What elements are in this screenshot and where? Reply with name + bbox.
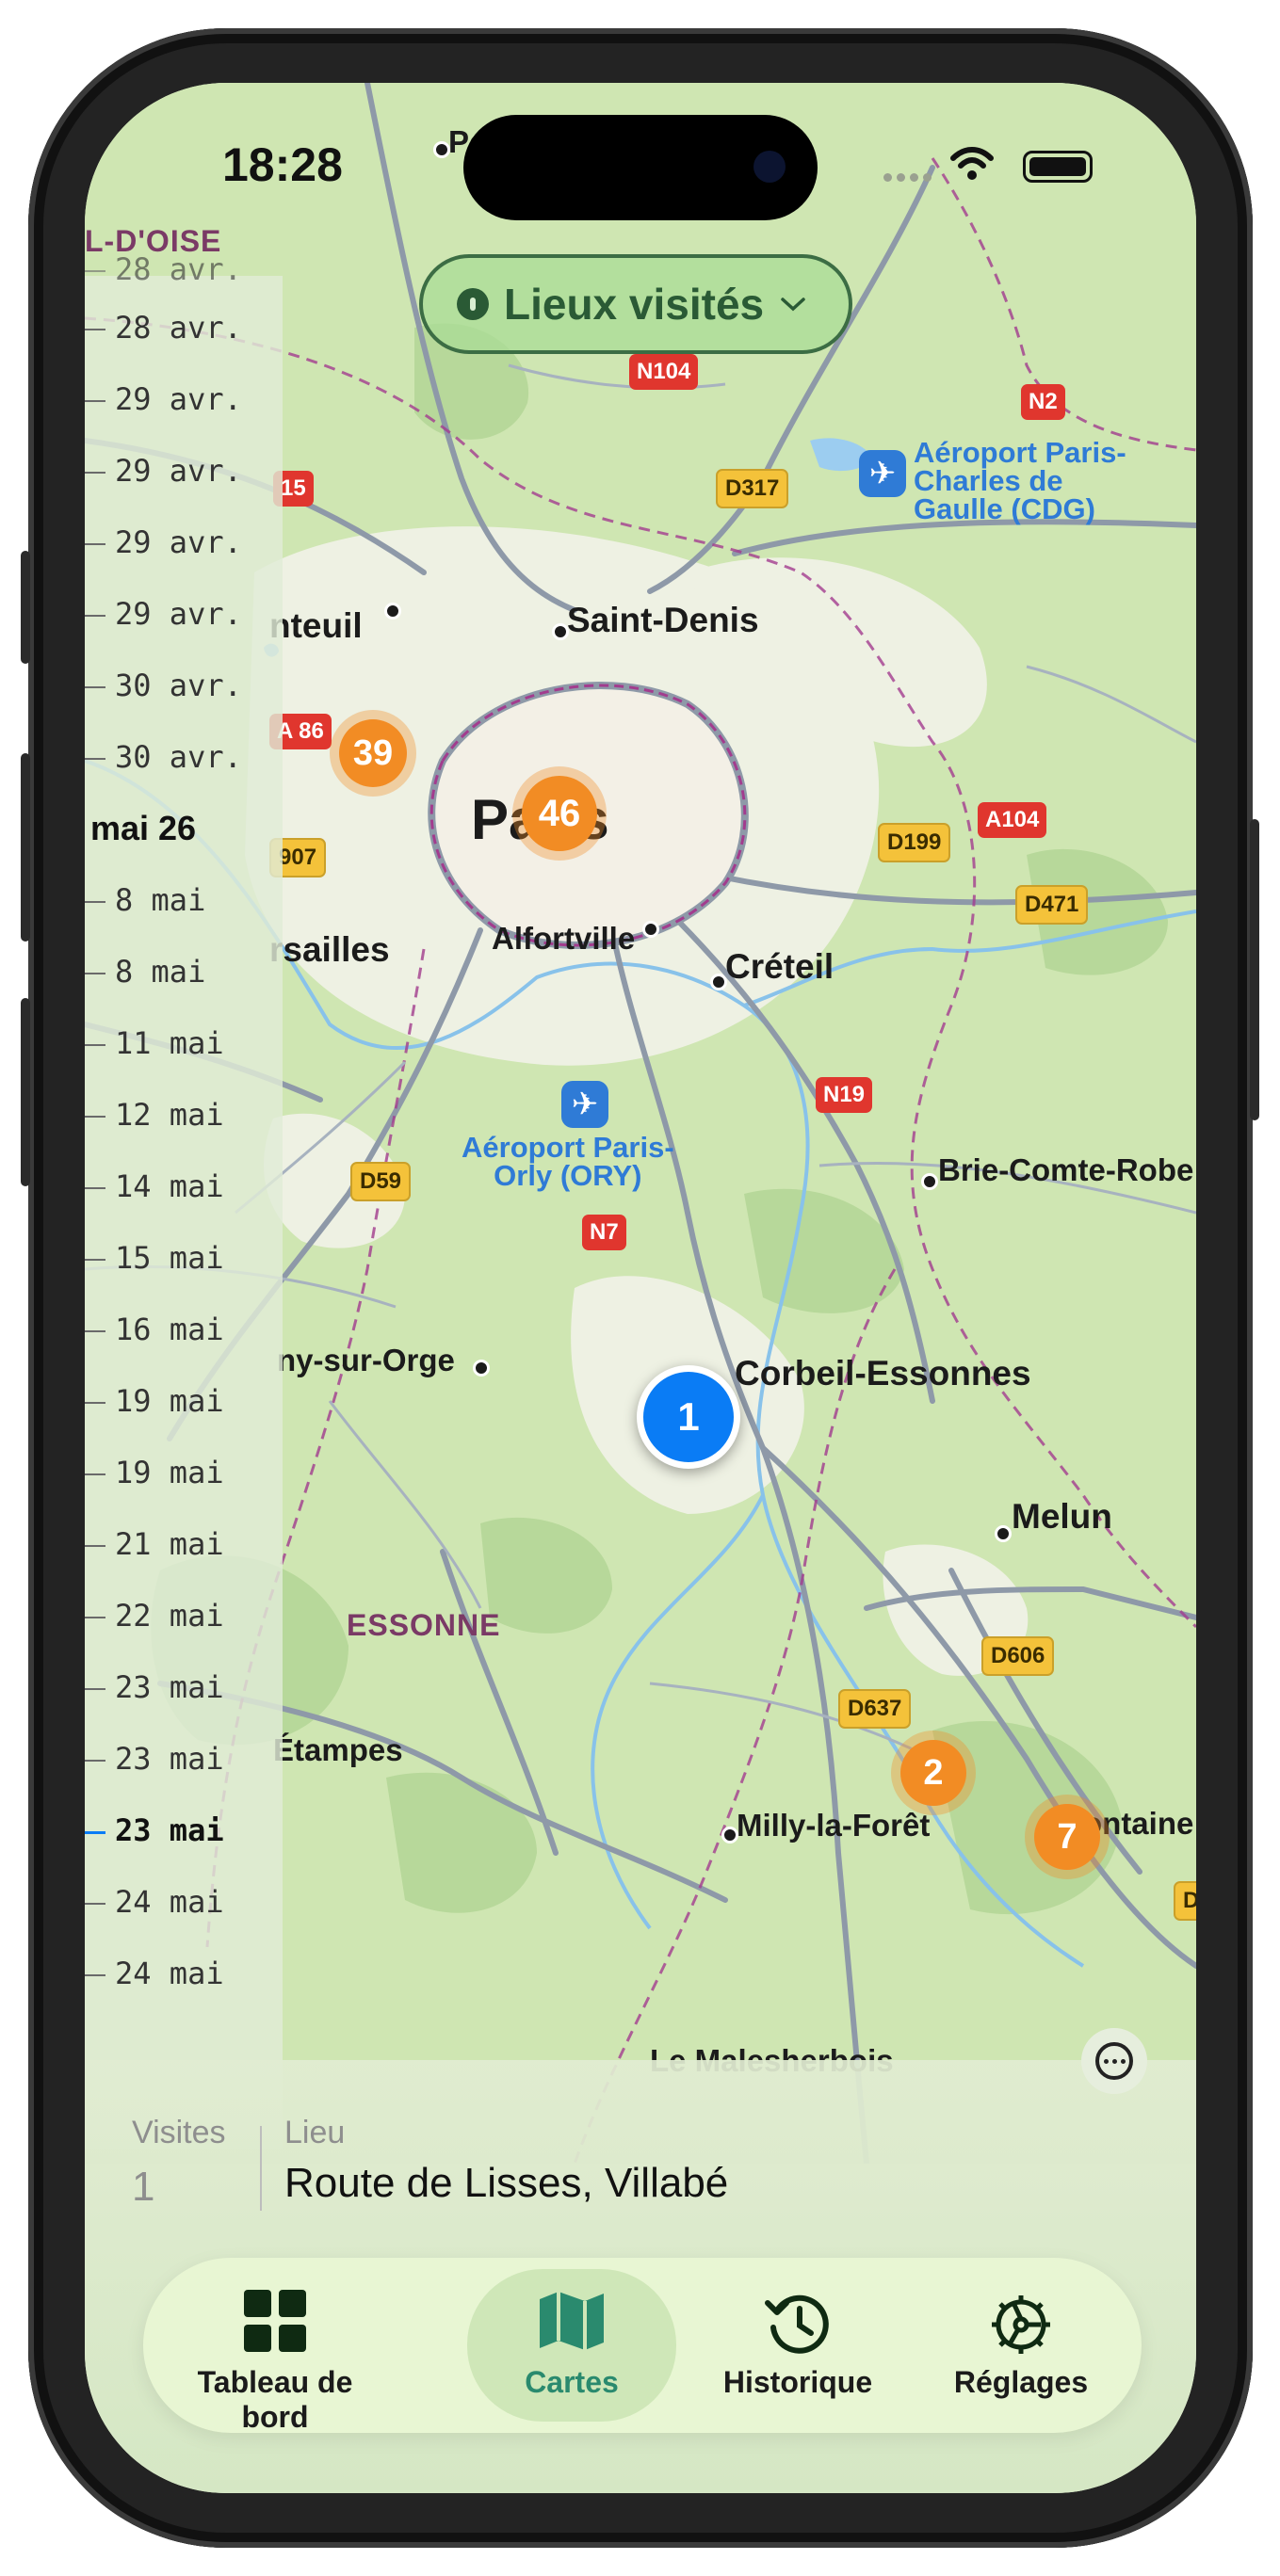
airport-icon-orly[interactable]: ✈: [561, 1081, 608, 1128]
timeline-item[interactable]: 14 mai: [85, 1168, 224, 1204]
places-filter-dropdown[interactable]: Lieux visités: [419, 254, 852, 354]
volume-down-button: [21, 998, 30, 1186]
place-label-brie-comte-robert: Brie-Comte-Robe: [938, 1152, 1194, 1187]
timeline-month-header: mai 26: [90, 809, 197, 847]
timeline-item[interactable]: 30 avr.: [85, 668, 242, 703]
place-label-creteil: Créteil: [725, 947, 834, 986]
timeline-item[interactable]: 16 mai: [85, 1312, 224, 1347]
place-label-melun: Melun: [1012, 1497, 1112, 1536]
history-icon: [765, 2294, 829, 2354]
tab-dashboard[interactable]: Tableau de bord: [162, 2258, 388, 2434]
road-shield-d199: D199: [878, 823, 951, 862]
visit-cluster-7[interactable]: 7: [1034, 1804, 1100, 1870]
timeline-item[interactable]: 23 mai: [85, 1741, 224, 1777]
place-dot: [473, 1360, 490, 1377]
place-label-savigny: ny-sur-Orge: [277, 1343, 455, 1377]
place-dot: [995, 1525, 1012, 1542]
screen: L-D'OISE ESSONNE Pe Saint-Denis nteuil P…: [85, 83, 1196, 2493]
volume-up-button: [21, 753, 30, 942]
gear-icon: [992, 2295, 1050, 2354]
timeline-item[interactable]: 15 mai: [85, 1240, 224, 1276]
place-label-versailles: rsailles: [269, 930, 390, 969]
location-pin-icon: [457, 288, 489, 320]
selected-location-pin[interactable]: 1: [637, 1365, 740, 1469]
visit-cluster-2[interactable]: 2: [900, 1740, 966, 1806]
divider: [260, 2126, 262, 2211]
region-label-essonne: ESSONNE: [347, 1608, 501, 1642]
signal-icon: [883, 169, 936, 186]
road-shield-n2: N2: [1021, 384, 1065, 420]
timeline-item[interactable]: 29 avr.: [85, 524, 242, 560]
battery-icon: [1023, 151, 1093, 183]
road-shield-n104: N104: [629, 354, 699, 390]
place-label-argenteuil: nteuil: [269, 606, 363, 645]
place-header: Lieu: [284, 2115, 346, 2150]
place-dot: [384, 603, 401, 620]
road-shield-d606: D606: [981, 1636, 1055, 1676]
visit-cluster-39[interactable]: 39: [339, 719, 407, 787]
timeline-item[interactable]: 22 mai: [85, 1598, 224, 1634]
dynamic-island: [463, 115, 818, 220]
tab-bar: Tableau de bord Cartes Historique Réglag…: [143, 2258, 1142, 2434]
airport-label-cdg: Aéroport Paris- Charles de Gaulle (CDG): [914, 436, 1126, 525]
timeline-item[interactable]: 21 mai: [85, 1526, 224, 1562]
tab-settings[interactable]: Réglages: [917, 2258, 1125, 2433]
timeline-item[interactable]: 8 mai: [85, 954, 205, 990]
filter-label: Lieux visités: [504, 280, 765, 329]
place-label-saint-denis: Saint-Denis: [567, 601, 759, 639]
place-dot: [642, 921, 659, 938]
road-shield-n19: N19: [816, 1077, 873, 1113]
action-button: [21, 551, 30, 664]
timeline-item[interactable]: 28 avr.: [85, 251, 242, 287]
timeline-item[interactable]: 24 mai: [85, 1884, 224, 1920]
road-shield-n7: N7: [582, 1215, 626, 1250]
tab-label: Cartes: [525, 2365, 619, 2399]
timeline-item[interactable]: 24 mai: [85, 1956, 224, 1991]
airport-label-orly: Aéroport Paris- Orly (ORY): [462, 1131, 674, 1192]
timeline-item[interactable]: 19 mai: [85, 1455, 224, 1490]
road-shield-a104: A104: [978, 802, 1047, 838]
timeline-item[interactable]: 29 avr.: [85, 453, 242, 489]
map-icon: [540, 2292, 604, 2350]
road-shield-d317: D317: [716, 469, 789, 508]
timeline-item[interactable]: 11 mai: [85, 1025, 224, 1061]
timeline-item[interactable]: 29 avr.: [85, 381, 242, 417]
grid-icon: [244, 2290, 306, 2352]
place-label-corbeil-essonnes: Corbeil-Essonnes: [735, 1354, 1031, 1393]
place-label-etampes: Étampes: [273, 1732, 403, 1767]
visits-value: 1: [132, 2164, 155, 2210]
tab-label: Tableau de bord: [197, 2365, 353, 2434]
more-options-button[interactable]: [1081, 2028, 1147, 2094]
place-value: Route de Lisses, Villabé: [284, 2160, 729, 2206]
wifi-icon: [950, 147, 994, 180]
visit-cluster-46[interactable]: 46: [522, 776, 597, 851]
tab-history[interactable]: Historique: [699, 2258, 897, 2433]
tab-label: Historique: [722, 2365, 873, 2399]
tab-maps[interactable]: Cartes: [467, 2269, 676, 2422]
timeline-item[interactable]: 12 mai: [85, 1097, 224, 1133]
road-shield-d59: D59: [350, 1162, 412, 1201]
timeline-item[interactable]: 29 avr.: [85, 596, 242, 632]
road-shield-d-edge: D: [1174, 1881, 1196, 1921]
airport-icon-cdg[interactable]: ✈: [859, 450, 906, 497]
tab-label: Réglages: [953, 2365, 1089, 2399]
place-label-milly-la-foret: Milly-la-Forêt: [737, 1808, 931, 1843]
road-shield-d471: D471: [1015, 885, 1089, 925]
place-label-alfortville: Alfortville: [492, 921, 636, 956]
timeline-item[interactable]: 8 mai: [85, 882, 205, 918]
timeline-item[interactable]: 19 mai: [85, 1383, 224, 1419]
visits-header: Visites: [132, 2115, 226, 2150]
timeline-scrubber[interactable]: 28 avr. 28 avr. 29 avr. 29 avr. 29 avr. …: [85, 251, 283, 2149]
place-dot: [921, 1173, 938, 1190]
chevron-down-icon: [781, 298, 805, 312]
road-shield-d637: D637: [838, 1689, 912, 1729]
ellipsis-icon: [1095, 2042, 1133, 2080]
side-button: [1250, 819, 1259, 1120]
timeline-item[interactable]: 28 avr.: [85, 310, 242, 346]
timeline-item[interactable]: 23 mai: [85, 1669, 224, 1705]
timeline-item-selected[interactable]: 23 mai: [85, 1812, 224, 1848]
status-time: 18:28: [222, 138, 343, 191]
timeline-item[interactable]: 30 avr.: [85, 739, 242, 775]
